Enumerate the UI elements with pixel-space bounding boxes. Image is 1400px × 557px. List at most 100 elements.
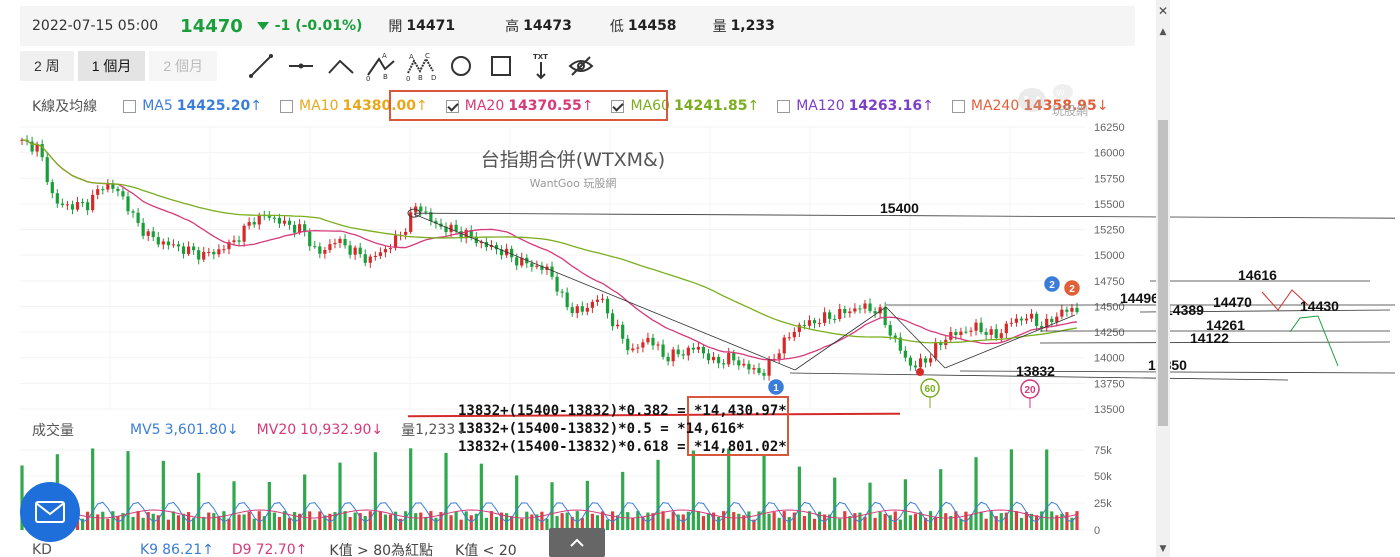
- candle-body: [1070, 307, 1074, 312]
- event-marker-label: 60: [924, 384, 936, 395]
- scroll-up-icon[interactable]: ▲: [1156, 26, 1170, 38]
- volume-bar: [545, 518, 549, 530]
- close-icon[interactable]: ✕: [1156, 4, 1170, 18]
- volume-bar: [116, 516, 120, 530]
- candle-body: [257, 215, 261, 225]
- candle-body: [146, 231, 150, 236]
- candle-body: [833, 318, 837, 320]
- candle-body: [913, 365, 918, 368]
- volume-bar: [383, 514, 388, 530]
- candle-body: [802, 324, 807, 326]
- volume-bar: [161, 460, 165, 530]
- volume-bar: [878, 512, 882, 530]
- volume-bar: [530, 514, 534, 530]
- candle-body: [621, 324, 625, 339]
- volume-bar: [96, 514, 100, 530]
- price-annotation: 14496: [1120, 290, 1159, 306]
- chart-subtitle: WantGoo 玩股網: [530, 176, 617, 190]
- candle-body: [80, 202, 85, 204]
- candle-body: [676, 349, 680, 355]
- candle-body: [383, 249, 388, 253]
- candle-body: [1014, 318, 1019, 323]
- y-tick-label: 16250: [1094, 122, 1125, 134]
- candle-body: [454, 224, 458, 232]
- volume-bar: [666, 518, 670, 530]
- candle-body: [605, 298, 610, 314]
- volume-bar: [171, 511, 176, 530]
- volume-bar: [661, 511, 665, 530]
- candle-body: [116, 188, 120, 192]
- candle-body: [388, 248, 393, 250]
- candle-body: [287, 220, 292, 225]
- candle-body: [671, 349, 675, 362]
- volume-bar: [1019, 517, 1024, 530]
- candle-body: [762, 372, 766, 376]
- candle-body: [282, 220, 287, 224]
- volume-bar: [873, 517, 877, 530]
- candle-body: [641, 342, 645, 348]
- candle-body: [181, 246, 186, 254]
- volume-bar: [883, 513, 887, 530]
- volume-bar: [454, 511, 458, 530]
- chat-button[interactable]: [20, 482, 80, 542]
- volume-bar: [696, 511, 701, 530]
- candle-body: [651, 337, 655, 346]
- scrollbar-thumb[interactable]: [1158, 120, 1168, 426]
- volume-bar: [414, 513, 418, 530]
- candle-body: [626, 338, 630, 351]
- price-chart[interactable]: 1625016000157501550015250150001475014500…: [0, 0, 1400, 557]
- candle-body: [666, 356, 670, 362]
- volume-bar: [197, 472, 201, 530]
- volume-bar: [106, 518, 110, 530]
- candle-body: [1050, 318, 1054, 323]
- candle-body: [893, 335, 897, 338]
- candle-body: [101, 189, 105, 191]
- chevron-up-icon: [570, 538, 584, 547]
- kd-legend: KD K9 86.21 ↑ D9 72.70 ↑ K值 > 80為紅點 K值 < 20: [32, 542, 517, 557]
- collapse-button[interactable]: [549, 528, 605, 557]
- volume-bar: [691, 450, 695, 530]
- scroll-down-icon[interactable]: ▼: [1156, 543, 1170, 555]
- volume-bar: [176, 515, 181, 530]
- price-annotation: 14616: [1238, 267, 1277, 283]
- y-tick-label: 13750: [1094, 378, 1125, 390]
- candle-body: [272, 217, 276, 219]
- candle-body: [50, 182, 54, 194]
- volume-tick-label: 0: [1094, 525, 1100, 537]
- volume-bar: [908, 515, 913, 530]
- candle-body: [1024, 318, 1029, 321]
- candle-body: [999, 333, 1003, 339]
- candle-body: [96, 189, 100, 195]
- volume-bar: [126, 451, 130, 530]
- k9-value: 86.21: [162, 542, 203, 557]
- volume-bar: [227, 518, 231, 530]
- volume-bar: [308, 511, 312, 530]
- trend-line-down: [413, 213, 796, 371]
- volume-bar: [444, 452, 448, 530]
- volume-bar: [984, 518, 988, 530]
- candle-body: [807, 320, 812, 326]
- candle-body: [121, 191, 125, 197]
- candle-body: [55, 193, 59, 204]
- candle-body: [393, 235, 398, 249]
- candle-body: [752, 368, 756, 370]
- price-annotation: 15400: [880, 200, 919, 216]
- candle-body: [106, 184, 110, 190]
- volume-bar: [429, 511, 433, 530]
- projection-path-green: [1289, 315, 1339, 367]
- y-tick-label: 14250: [1094, 327, 1125, 339]
- chart-title: 台指期合併(WTXM&): [481, 149, 665, 171]
- price-annotation: 14470: [1213, 294, 1252, 310]
- event-dot: [916, 368, 924, 376]
- candle-body: [747, 363, 751, 370]
- candle-body: [873, 311, 877, 314]
- volume-bar: [131, 516, 135, 530]
- price-annotation: 14430: [1300, 298, 1339, 314]
- volume-bar: [772, 512, 776, 530]
- candle-body: [449, 224, 453, 233]
- kd-title: KD: [32, 542, 52, 557]
- volume-bar: [464, 511, 468, 530]
- candle-body: [171, 244, 176, 246]
- candle-body: [691, 347, 695, 350]
- volume-bar: [767, 513, 771, 530]
